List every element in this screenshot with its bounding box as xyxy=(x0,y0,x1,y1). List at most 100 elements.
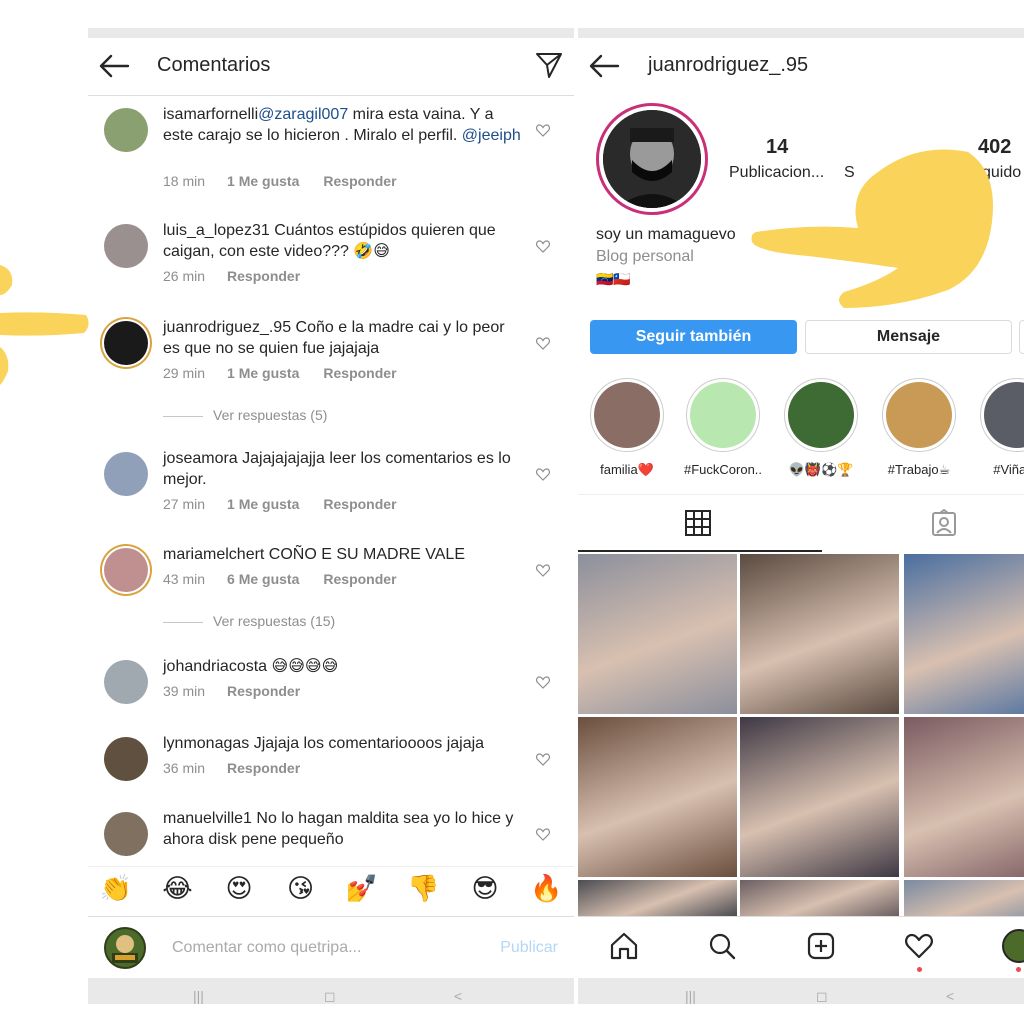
comment-input[interactable]: Comentar como quetripa... xyxy=(172,939,361,957)
avatar[interactable] xyxy=(104,548,148,592)
back-button[interactable]: < xyxy=(454,988,462,1004)
back-arrow-icon[interactable] xyxy=(588,52,620,80)
mention-link[interactable]: @jeeiph xyxy=(462,127,521,144)
comment-text: mariamelchert COÑO E SU MADRE VALE xyxy=(163,544,523,565)
publish-button[interactable]: Publicar xyxy=(500,939,558,957)
message-button[interactable]: Mensaje xyxy=(805,320,1012,354)
comment-username[interactable]: johandriacosta xyxy=(163,658,267,675)
like-heart-icon[interactable] xyxy=(536,337,550,350)
reply-button[interactable]: Responder xyxy=(227,760,300,776)
like-count[interactable]: 1 Me gusta xyxy=(227,365,299,381)
reply-button[interactable]: Responder xyxy=(227,268,300,284)
search-icon[interactable] xyxy=(707,931,737,961)
comment-username[interactable]: manuelville1 xyxy=(163,810,252,827)
comment-text: luis_a_lopez31 Cuántos estúpidos quieren… xyxy=(163,220,523,262)
story-highlight[interactable]: 👽👹⚽🏆 xyxy=(782,378,860,478)
like-heart-icon[interactable] xyxy=(536,676,550,689)
reply-button[interactable]: Responder xyxy=(323,496,396,512)
comment-username[interactable]: luis_a_lopez31 xyxy=(163,222,270,239)
like-heart-icon[interactable] xyxy=(536,468,550,481)
emoji-shortcut[interactable]: 💅 xyxy=(342,873,382,904)
comments-screen: Comentarios isamarfornelli@zaragil007 mi… xyxy=(88,28,574,1004)
avatar[interactable] xyxy=(104,452,148,496)
post-thumbnail[interactable] xyxy=(904,717,1024,877)
emoji-shortcut[interactable]: 🔥 xyxy=(527,873,567,904)
grid-icon[interactable] xyxy=(684,509,712,537)
follow-back-button[interactable]: Seguir también xyxy=(590,320,797,354)
heart-activity-icon[interactable] xyxy=(904,931,934,961)
like-heart-icon[interactable] xyxy=(536,753,550,766)
comment-time: 36 min xyxy=(163,760,206,776)
story-highlight[interactable]: #Trabajo☕ xyxy=(880,378,958,478)
bio-category: Blog personal xyxy=(596,248,694,265)
comment-username[interactable]: joseamora xyxy=(163,450,238,467)
comment-username[interactable]: isamarfornelli xyxy=(163,106,258,123)
like-heart-icon[interactable] xyxy=(536,828,550,841)
highlight-label: familia❤️ xyxy=(600,462,654,477)
story-highlight[interactable]: #FuckCoron... xyxy=(684,378,762,477)
page-title: Comentarios xyxy=(157,54,271,76)
send-icon[interactable] xyxy=(534,50,564,80)
emoji-shortcut[interactable]: 👎 xyxy=(404,873,444,904)
comment-input-bar: Comentar como quetripa... Publicar xyxy=(88,916,574,978)
home-button[interactable]: ◻ xyxy=(324,988,336,1005)
like-count[interactable]: 6 Me gusta xyxy=(227,571,299,587)
recent-apps-button[interactable]: ||| xyxy=(685,988,696,1004)
comment-username[interactable]: mariamelchert xyxy=(163,546,264,563)
highlight-thumbnail xyxy=(882,378,956,452)
home-button[interactable]: ◻ xyxy=(816,988,828,1004)
post-thumbnail[interactable] xyxy=(740,880,899,916)
post-thumbnail[interactable] xyxy=(578,880,737,916)
back-arrow-icon[interactable] xyxy=(98,52,130,80)
highlight-label: 👽👹⚽🏆 xyxy=(788,462,854,477)
mention-link[interactable]: @zaragil007 xyxy=(258,106,348,123)
profile-tab-avatar[interactable] xyxy=(1002,929,1024,963)
like-heart-icon[interactable] xyxy=(536,240,550,253)
back-button[interactable]: < xyxy=(946,988,954,1004)
bio-name: soy un mamaguevo xyxy=(596,226,736,243)
comment-username[interactable]: lynmonagas xyxy=(163,735,249,752)
comment-username[interactable]: juanrodriguez_.95 xyxy=(163,319,291,336)
avatar[interactable] xyxy=(104,108,148,152)
like-heart-icon[interactable] xyxy=(536,124,550,137)
avatar[interactable] xyxy=(104,224,148,268)
reply-button[interactable]: Responder xyxy=(323,365,396,381)
avatar[interactable] xyxy=(104,660,148,704)
story-highlight[interactable]: familia❤️ xyxy=(588,378,666,478)
emoji-bar: 👏 😂 😍 😘 💅 👎 😎 🔥 xyxy=(88,866,574,916)
system-nav-bar: ||| ◻ < xyxy=(578,978,1024,1004)
view-replies-link[interactable]: Ver respuestas (5) xyxy=(163,407,327,423)
like-count[interactable]: 1 Me gusta xyxy=(227,496,299,512)
pointing-hand-overlay-left xyxy=(0,265,89,385)
profile-header: juanrodriguez_.95 xyxy=(578,38,1024,96)
add-post-icon[interactable] xyxy=(806,931,836,961)
profile-avatar[interactable] xyxy=(596,103,708,215)
emoji-shortcut[interactable]: 😘 xyxy=(281,873,321,904)
view-replies-link[interactable]: Ver respuestas (15) xyxy=(163,613,335,629)
post-thumbnail[interactable] xyxy=(904,880,1024,916)
avatar[interactable] xyxy=(104,321,148,365)
comment-meta: 29 min 1 Me gusta Responder xyxy=(163,365,397,381)
avatar[interactable] xyxy=(104,812,148,856)
like-heart-icon[interactable] xyxy=(536,564,550,577)
emoji-shortcut[interactable]: 😎 xyxy=(465,873,505,904)
like-count[interactable]: 1 Me gusta xyxy=(227,173,299,189)
tagged-icon[interactable] xyxy=(930,509,958,537)
emoji-shortcut[interactable]: 😍 xyxy=(219,873,259,904)
reply-button[interactable]: Responder xyxy=(227,683,300,699)
recent-apps-button[interactable]: ||| xyxy=(193,988,204,1004)
post-thumbnail[interactable] xyxy=(740,554,899,714)
post-thumbnail[interactable] xyxy=(904,554,1024,714)
suggested-button[interactable] xyxy=(1019,320,1024,354)
story-highlight[interactable]: #Viñade xyxy=(978,378,1024,477)
post-thumbnail[interactable] xyxy=(740,717,899,877)
comment-text: johandriacosta 😅😅😅😅 xyxy=(163,656,523,677)
emoji-shortcut[interactable]: 😂 xyxy=(158,873,198,904)
post-thumbnail[interactable] xyxy=(578,717,737,877)
reply-button[interactable]: Responder xyxy=(323,173,396,189)
post-thumbnail[interactable] xyxy=(578,554,737,714)
home-icon[interactable] xyxy=(609,931,639,961)
emoji-shortcut[interactable]: 👏 xyxy=(96,873,136,904)
avatar[interactable] xyxy=(104,737,148,781)
reply-button[interactable]: Responder xyxy=(323,571,396,587)
